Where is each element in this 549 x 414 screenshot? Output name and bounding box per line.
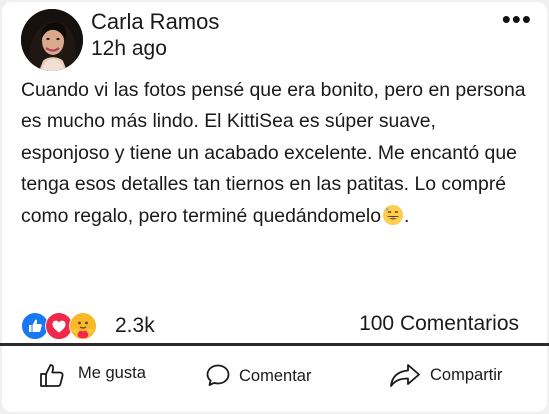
comments-count[interactable]: 100 Comentarios bbox=[359, 312, 519, 336]
comment-icon bbox=[206, 364, 230, 386]
like-button[interactable]: Me gusta bbox=[38, 358, 146, 392]
post-timestamp[interactable]: 12h ago bbox=[91, 37, 167, 61]
post-card: Carla Ramos 12h ago ••• Cuando vi las fo… bbox=[2, 2, 547, 412]
avatar-photo bbox=[21, 9, 83, 71]
comment-label: Comentar bbox=[239, 366, 312, 385]
post-text-end: . bbox=[404, 204, 410, 227]
share-button[interactable]: Compartir bbox=[388, 358, 502, 392]
post-text-content: Cuando vi las fotos pensé que era bonito… bbox=[21, 79, 526, 227]
share-arrow-icon bbox=[390, 364, 420, 387]
more-options-icon[interactable]: ••• bbox=[502, 6, 532, 32]
avatar[interactable] bbox=[21, 9, 83, 71]
author-name[interactable]: Carla Ramos bbox=[91, 9, 219, 35]
reaction-icons bbox=[21, 311, 117, 341]
comment-button[interactable]: Comentar bbox=[205, 358, 311, 392]
share-label: Compartir bbox=[430, 365, 503, 384]
grinning-face-with-sweat-emoji bbox=[382, 204, 404, 236]
care-reaction-icon bbox=[69, 312, 97, 340]
reactions-summary[interactable]: 2.3k bbox=[21, 311, 155, 341]
post-text: Cuando vi las fotos pensé que era bonito… bbox=[21, 75, 526, 236]
reaction-count: 2.3k bbox=[115, 314, 155, 337]
divider bbox=[0, 343, 549, 346]
like-label: Me gusta bbox=[78, 363, 146, 382]
thumbs-up-icon bbox=[40, 364, 64, 387]
